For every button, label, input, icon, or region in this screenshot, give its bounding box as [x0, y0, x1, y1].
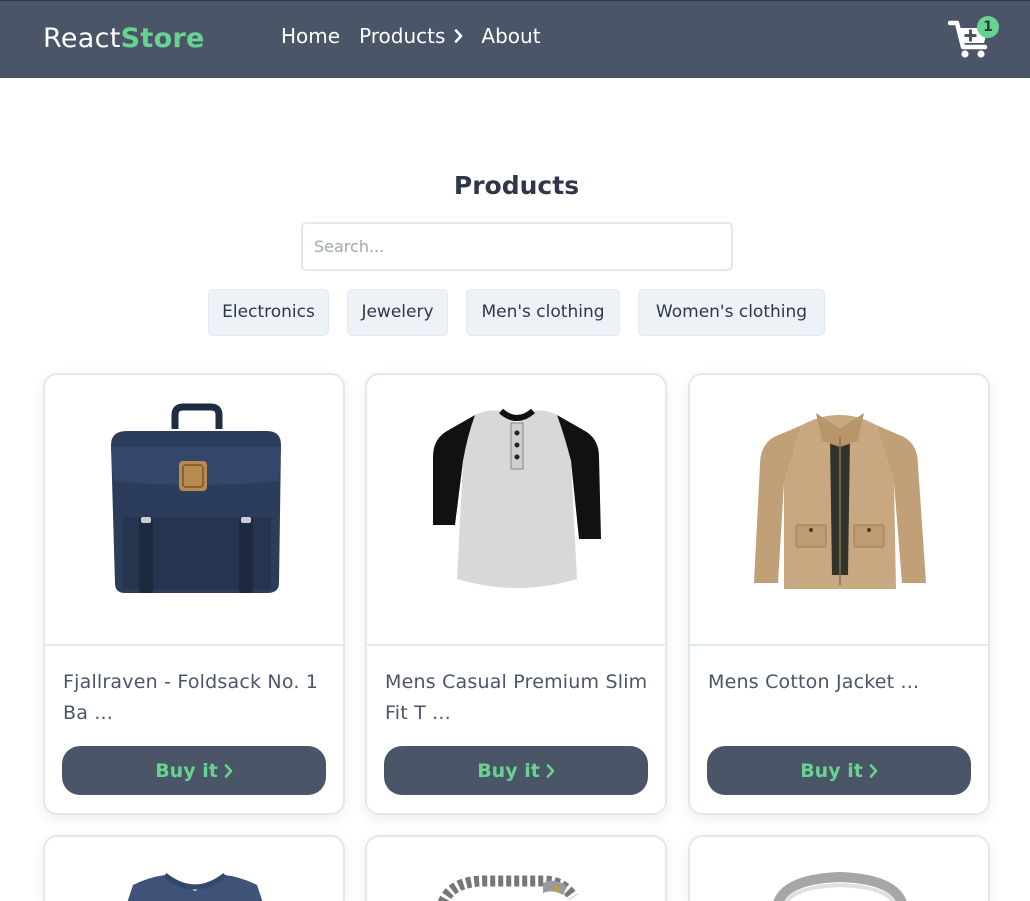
cart-button[interactable]: 1 [948, 16, 999, 61]
product-card[interactable] [43, 835, 345, 901]
nav-link-home[interactable]: Home [281, 23, 340, 49]
buy-button-label: Buy it [477, 759, 540, 782]
buy-button-label: Buy it [155, 759, 218, 782]
nav-link-products[interactable]: Products [359, 23, 463, 49]
product-card[interactable] [365, 835, 667, 901]
product-image[interactable] [45, 375, 343, 646]
brand-name-part2: Store [120, 23, 205, 54]
product-image[interactable] [690, 837, 988, 901]
filter-electronics[interactable]: Electronics [208, 289, 329, 336]
brand-logo[interactable]: ReactStore [43, 23, 205, 55]
product-image[interactable] [690, 375, 988, 646]
product-name[interactable]: Fjallraven - Foldsack No. 1 Ba ... [63, 667, 329, 729]
product-name[interactable]: Mens Cotton Jacket ... [708, 667, 974, 698]
filter-jewelery[interactable]: Jewelery [347, 289, 448, 336]
nav-link-about[interactable]: About [481, 23, 540, 49]
product-card[interactable]: Mens Cotton Jacket ... Buy it [688, 373, 990, 815]
raglan-shirt-image [433, 408, 601, 588]
chevron-right-icon [455, 29, 463, 43]
page-title: Products [453, 171, 580, 200]
navbar: ReactStore Home Products About 1 [0, 0, 1030, 78]
backpack-image [111, 403, 281, 593]
chevron-right-icon [546, 763, 555, 778]
brand-name-part1: React [43, 23, 121, 54]
main-nav: Home Products About [281, 23, 541, 49]
search-input[interactable] [301, 222, 733, 271]
product-card[interactable]: Fjallraven - Foldsack No. 1 Ba ... Buy i… [43, 373, 345, 815]
jacket-image [754, 413, 926, 589]
bracelet-image [438, 875, 578, 901]
blue-tshirt-image [127, 873, 263, 901]
chevron-right-icon [224, 763, 233, 778]
product-image[interactable] [367, 837, 665, 901]
cart-count-badge: 1 [977, 16, 999, 38]
product-image[interactable] [45, 837, 343, 901]
chevron-right-icon [869, 763, 878, 778]
buy-button[interactable]: Buy it [707, 746, 971, 795]
buy-button[interactable]: Buy it [384, 746, 648, 795]
product-name[interactable]: Mens Casual Premium Slim Fit T ... [385, 667, 651, 729]
buy-button-label: Buy it [800, 759, 863, 782]
product-card[interactable]: Mens Casual Premium Slim Fit T ... Buy i… [365, 373, 667, 815]
nav-link-products-label: Products [359, 24, 446, 48]
ring-image [773, 871, 907, 901]
filter-mens-clothing[interactable]: Men's clothing [466, 289, 620, 336]
product-card[interactable] [688, 835, 990, 901]
buy-button[interactable]: Buy it [62, 746, 326, 795]
filter-womens-clothing[interactable]: Women's clothing [638, 289, 825, 336]
product-image[interactable] [367, 375, 665, 646]
